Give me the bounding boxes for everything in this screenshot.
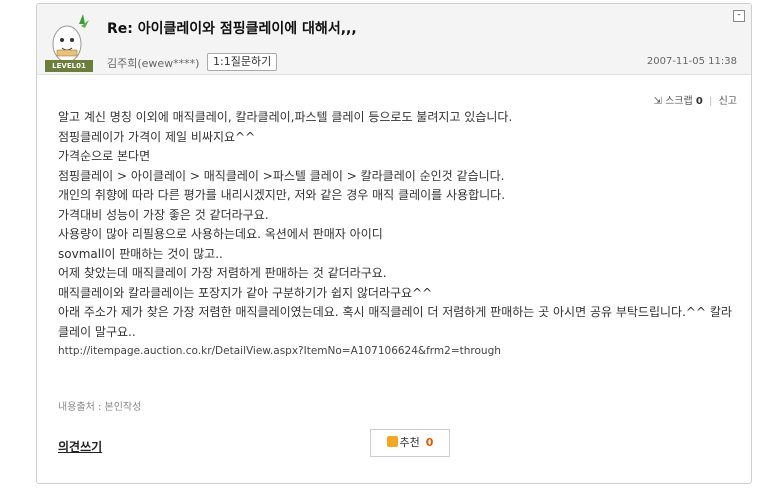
- content-source: 내용출처 : 본인작성: [58, 402, 142, 413]
- item-url: http://itempage.auction.co.kr/DetailView…: [58, 345, 501, 357]
- scrap-icon[interactable]: ⇲: [654, 96, 662, 107]
- divider: |: [709, 96, 713, 107]
- post-body: 알고 계신 명칭 이외에 매직클레이, 칼라클레이,파스텔 클레이 등으로도 불…: [58, 108, 744, 362]
- level-badge: LEVEL01: [45, 60, 93, 72]
- post-header: LEVEL01 Re: 아이클레이와 점핑클레이에 대해서,,, - 김주희(e…: [37, 4, 751, 75]
- scrap-report-row: ⇲ 스크랩 0 | 신고: [654, 92, 738, 107]
- one-on-one-question-button[interactable]: 1:1질문하기: [207, 53, 278, 71]
- body-line: 점핑클레이 > 아이클레이 > 매직클레이 >파스텔 클레이 > 칼라클레이 순…: [58, 168, 505, 183]
- body-line: 매직클레이와 칼라클레이는 포장지가 같아 구분하기가 쉽지 않더라구요^^: [58, 285, 433, 300]
- body-line: 아래 주소가 제가 찾은 가장 저렴한 매직클레이였는데요. 혹시 매직클레이 …: [58, 305, 732, 339]
- post-panel: LEVEL01 Re: 아이클레이와 점핑클레이에 대해서,,, - 김주희(e…: [36, 3, 752, 484]
- recommend-button[interactable]: 추천 0: [370, 429, 450, 457]
- body-line: 알고 계신 명칭 이외에 매직클레이, 칼라클레이,파스텔 클레이 등으로도 불…: [58, 110, 513, 124]
- report-link[interactable]: 신고: [719, 96, 737, 107]
- recommend-label: 추천: [399, 436, 420, 449]
- scrap-link[interactable]: 스크랩: [665, 96, 693, 107]
- body-line: 점핑클레이가 가격이 제일 비싸지요^^: [58, 129, 256, 144]
- body-line: 가격대비 성능이 가장 좋은 것 같더라구요.: [58, 207, 269, 222]
- author-name[interactable]: 김주희(ewew****): [107, 55, 199, 71]
- post-date: 2007-11-05 11:38: [646, 56, 737, 67]
- post-title: Re: 아이클레이와 점핑클레이에 대해서,,,: [107, 21, 357, 37]
- body-line: sovmall이 판매하는 것이 많고..: [58, 246, 223, 261]
- body-line: 개인의 취향에 따라 다른 평가를 내리시겠지만, 저와 같은 경우 매직 클레…: [58, 188, 506, 202]
- recommend-count: 0: [425, 436, 434, 449]
- body-line: 어제 찾았는데 매직클레이 가장 저렴하게 판매하는 것 같더라구요.: [58, 266, 387, 280]
- write-comment-link[interactable]: 의견쓰기: [58, 438, 102, 455]
- thumbs-up-icon: [386, 436, 398, 447]
- body-line: 사용량이 많아 리필용으로 사용하는데요. 옥션에서 판매자 아이디: [58, 227, 383, 241]
- body-line: 가격순으로 본다면: [58, 149, 151, 163]
- scrap-count: 0: [695, 96, 703, 107]
- collapse-button[interactable]: -: [733, 10, 745, 22]
